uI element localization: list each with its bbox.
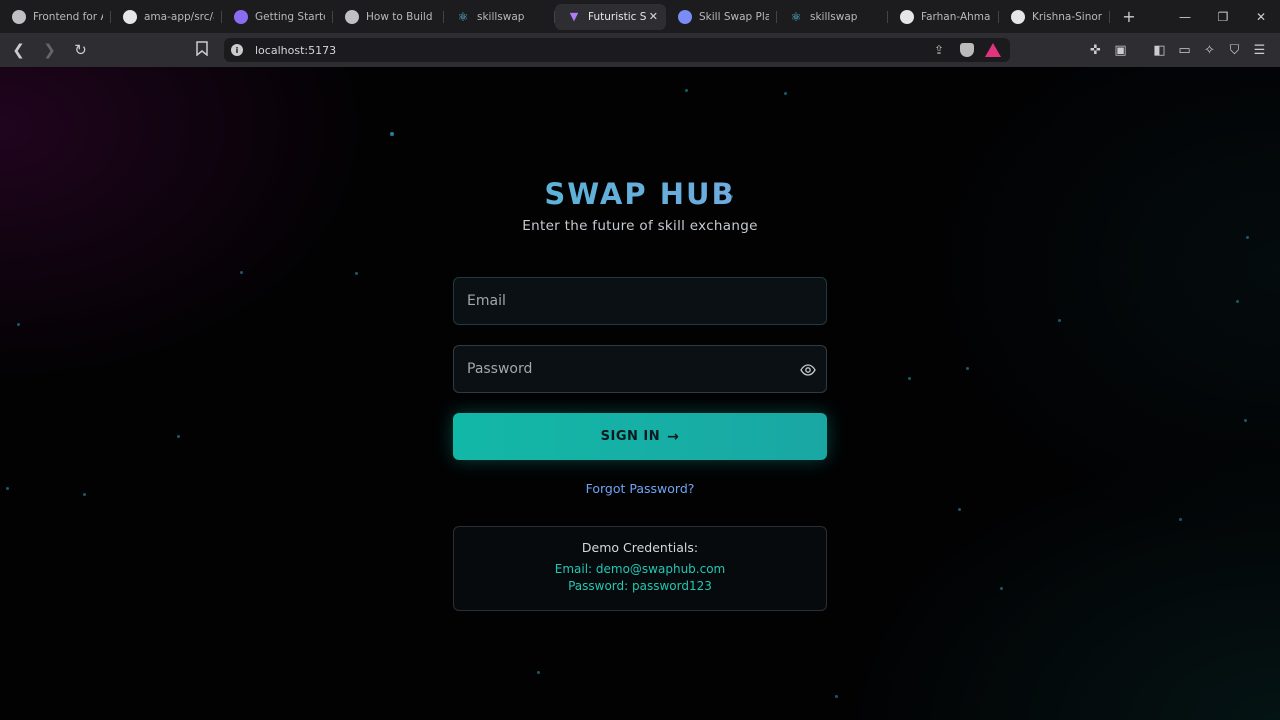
email-input[interactable]: [454, 278, 826, 324]
vite-icon: ▼: [569, 10, 579, 23]
react-icon: ⚛: [457, 9, 469, 24]
tab-title: ama-app/src/ap: [144, 10, 214, 23]
vpn-icon[interactable]: ⛉: [1222, 38, 1247, 62]
share-icon[interactable]: ⇪: [934, 43, 944, 57]
tab-2[interactable]: Getting Started: [222, 4, 333, 30]
github-icon: [900, 9, 914, 24]
favicon-icon: [345, 9, 359, 24]
favicon-icon: [678, 9, 692, 24]
site-info-icon[interactable]: i: [231, 44, 243, 56]
tab-8[interactable]: Farhan-Ahmadi: [888, 4, 999, 30]
arrow-right-icon: →: [667, 428, 680, 445]
tab-3[interactable]: How to Build a: [333, 4, 444, 30]
wallet-icon[interactable]: ▭: [1172, 38, 1197, 62]
menu-icon[interactable]: ☰: [1247, 38, 1272, 62]
bookmark-icon[interactable]: [196, 41, 212, 59]
app-title: SWAP HUB: [0, 177, 1280, 211]
password-field[interactable]: [453, 345, 827, 393]
email-field[interactable]: [453, 277, 827, 325]
tab-0[interactable]: Frontend for AI: [0, 4, 111, 30]
browser-tab-bar: Frontend for AI ama-app/src/ap Getting S…: [0, 0, 1280, 33]
favicon-icon: [234, 9, 248, 24]
password-input[interactable]: [454, 346, 826, 392]
reload-icon[interactable]: ↻: [68, 38, 93, 63]
login-page: SWAP HUB Enter the future of skill excha…: [0, 67, 1280, 720]
tab-title: Farhan-Ahmadi: [921, 10, 991, 23]
close-window-icon[interactable]: ✕: [1242, 0, 1280, 33]
nav-buttons: ❮ ❯ ↻: [0, 38, 93, 63]
browser-toolbar: ❮ ❯ ↻ i localhost:5173 ⇪ ✜ ▣ ◧ ▭ ✧ ⛉ ☰: [0, 33, 1280, 67]
address-bar[interactable]: i localhost:5173 ⇪: [224, 38, 1010, 62]
sidebar-icon[interactable]: ◧: [1147, 38, 1172, 62]
tab-strip: Frontend for AI ama-app/src/ap Getting S…: [0, 0, 1140, 33]
window-controls: — ❐ ✕: [1166, 0, 1280, 33]
minimize-icon[interactable]: —: [1166, 0, 1204, 33]
demo-password: Password: password123: [568, 579, 712, 593]
url-text[interactable]: localhost:5173: [255, 44, 336, 57]
forgot-password-link[interactable]: Forgot Password?: [0, 481, 1280, 496]
github-icon: [123, 9, 137, 24]
tab-5-active[interactable]: ▼ Futuristic S ✕: [555, 3, 666, 30]
demo-email: Email: demo@swaphub.com: [554, 562, 726, 576]
tab-title: skillswap: [477, 10, 525, 23]
tab-9[interactable]: Krishna-Sinoria: [999, 4, 1110, 30]
favicon-icon: [12, 9, 26, 24]
brave-rewards-icon[interactable]: [985, 43, 1001, 57]
tab-title: Futuristic S: [588, 10, 647, 23]
demo-heading: Demo Credentials:: [581, 540, 699, 555]
react-icon: ⚛: [790, 9, 802, 24]
sign-in-button[interactable]: SIGN IN →: [453, 413, 827, 460]
tab-title: Frontend for AI: [33, 10, 103, 23]
close-tab-icon[interactable]: ✕: [649, 10, 658, 23]
screenshot-icon[interactable]: ▣: [1108, 38, 1133, 62]
brave-shield-icon[interactable]: [960, 43, 974, 57]
github-icon: [1011, 9, 1025, 24]
extensions-icon[interactable]: ✜: [1083, 38, 1108, 62]
tab-6[interactable]: Skill Swap Platf: [666, 4, 777, 30]
forward-icon[interactable]: ❯: [37, 38, 62, 63]
tab-1[interactable]: ama-app/src/ap: [111, 4, 222, 30]
new-tab-button[interactable]: +: [1118, 6, 1140, 28]
tab-title: skillswap: [810, 10, 858, 23]
app-subtitle: Enter the future of skill exchange: [522, 218, 758, 234]
sign-in-label: SIGN IN: [600, 429, 661, 444]
toolbar-extensions: ✜ ▣ ◧ ▭ ✧ ⛉ ☰: [1083, 38, 1272, 62]
leo-ai-icon[interactable]: ✧: [1197, 38, 1222, 62]
back-icon[interactable]: ❮: [6, 38, 31, 63]
demo-credentials-box: Demo Credentials: Email: demo@swaphub.co…: [453, 526, 827, 611]
tab-title: Getting Started: [255, 10, 325, 23]
tab-title: Krishna-Sinoria: [1032, 10, 1102, 23]
tab-title: How to Build a: [366, 10, 436, 23]
tab-title: Skill Swap Platf: [699, 10, 769, 23]
restore-icon[interactable]: ❐: [1204, 0, 1242, 33]
show-password-eye-icon[interactable]: [800, 362, 816, 378]
tab-4[interactable]: ⚛ skillswap: [444, 4, 555, 30]
tab-7[interactable]: ⚛ skillswap: [777, 4, 888, 30]
